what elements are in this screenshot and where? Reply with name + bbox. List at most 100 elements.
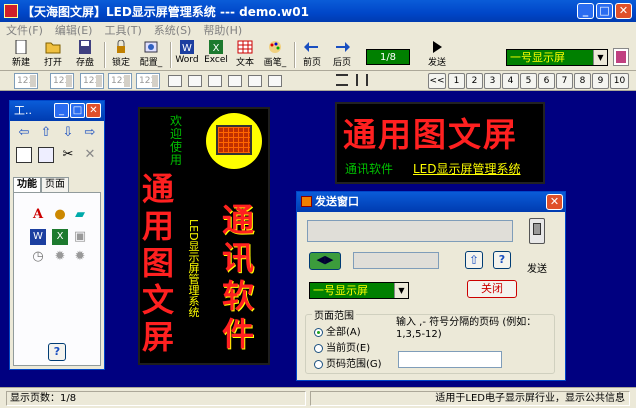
dialog-screen-select-value: 一号显示屏 [313, 284, 368, 297]
tool-panel: 工.. _ □ ✕ ⇦ ⇧ ⇩ ⇨ ✂ ✕ 功能 页面 A ● ▰ W X ▣ … [9, 100, 105, 370]
first-page-button[interactable]: << [428, 73, 446, 89]
clock-icon[interactable]: ◷ [30, 249, 46, 265]
menu-tools[interactable]: 工具(T) [98, 22, 147, 38]
panel-close-button[interactable]: ✕ [86, 103, 101, 118]
screen-select[interactable]: 一号显示屏 ▼ [506, 49, 608, 66]
delete-icon[interactable]: ✕ [82, 147, 98, 163]
prev-label: 前页 [302, 58, 321, 68]
page-9-button[interactable]: 9 [592, 73, 609, 89]
align-left-icon[interactable] [168, 75, 182, 87]
lock-button[interactable]: 锁定 [108, 40, 134, 70]
send-switch-icon[interactable] [529, 218, 545, 244]
text-button[interactable]: 文本 [232, 40, 258, 70]
tab-page[interactable]: 页面 [41, 177, 69, 192]
text-grid-icon [237, 40, 253, 54]
text-label: 文本 [235, 58, 254, 68]
tab-function[interactable]: 功能 [13, 177, 41, 192]
dialog-screen-select[interactable]: 一号显示屏 ▼ [309, 282, 409, 299]
panel-maximize-button[interactable]: □ [70, 103, 85, 118]
text-tool-icon[interactable]: A [30, 207, 46, 223]
radio-range[interactable] [314, 359, 323, 369]
word-label: Word [175, 55, 199, 65]
lock-label: 锁定 [111, 58, 130, 68]
close-dialog-button[interactable]: 关闭 [467, 280, 517, 298]
config-label: 配置_ [139, 58, 163, 68]
open-button[interactable]: 打开 [38, 40, 68, 70]
save-button[interactable]: 存盘 [70, 40, 100, 70]
new-button[interactable]: 新建 [6, 40, 36, 70]
panel-minimize-button[interactable]: _ [54, 103, 69, 118]
maximize-button[interactable]: □ [596, 3, 613, 19]
excel-button[interactable]: X Excel [202, 40, 230, 70]
image-icon[interactable]: ▣ [72, 229, 88, 245]
svg-text:W: W [182, 43, 192, 54]
width-spinner[interactable]: 123 [80, 73, 104, 89]
move-left-icon[interactable]: ⇦ [16, 125, 32, 141]
opt-current[interactable]: 当前页(E) [314, 339, 370, 354]
send-button[interactable]: 发送 [424, 40, 450, 70]
prev-page-button[interactable]: 前页 [299, 40, 325, 70]
opt-all[interactable]: 全部(A) [314, 323, 361, 338]
draw-button[interactable]: 画笔_ [260, 40, 290, 70]
led-canvas-tall[interactable]: 欢迎使用 通用图文屏 LED显示屏管理系统 通讯软件 [138, 107, 270, 365]
draw-label: 画笔_ [263, 58, 287, 68]
height-spinner[interactable]: 123 [108, 73, 132, 89]
page-6-button[interactable]: 6 [538, 73, 555, 89]
eraser-icon[interactable]: ▰ [72, 207, 88, 223]
dialog-close-button[interactable]: ✕ [546, 194, 563, 210]
paint-tool-icon[interactable]: ● [52, 207, 68, 223]
page-10-button[interactable]: 10 [610, 73, 629, 89]
close-button[interactable]: ✕ [615, 3, 632, 19]
paste-icon[interactable] [38, 147, 54, 163]
page-4-button[interactable]: 4 [502, 73, 519, 89]
page-range-input[interactable] [398, 351, 502, 368]
scissors-icon[interactable]: ✂ [60, 147, 76, 163]
menu-edit[interactable]: 编辑(E) [49, 22, 99, 38]
gear-icon[interactable]: ✹ [52, 249, 68, 265]
send-dialog: 发送窗口 ✕ 发送 ◀▶ ⇧ ? 一号显示屏 ▼ 关闭 页面范围 全部(A) 当… [296, 191, 566, 381]
menu-system[interactable]: 系统(S) [148, 22, 198, 38]
help-icon[interactable]: ? [493, 251, 511, 269]
move-down-icon[interactable]: ⇩ [60, 125, 76, 141]
led-canvas-wide[interactable]: 通用图文屏 通讯软件 LED显示屏管理系统 [335, 102, 545, 184]
toolbar-separator [170, 42, 172, 68]
chevron-down-icon[interactable]: ▼ [394, 283, 408, 298]
page-3-button[interactable]: 3 [484, 73, 501, 89]
left-right-arrows-icon[interactable]: ◀▶ [309, 252, 341, 270]
welcome-text: 欢迎使用 [170, 114, 183, 167]
menu-file[interactable]: 文件(F) [0, 22, 49, 38]
align-center-icon[interactable] [188, 75, 202, 87]
help-button[interactable]: ? [48, 343, 66, 361]
config-button[interactable]: 配置_ [136, 40, 166, 70]
page-7-button[interactable]: 7 [556, 73, 573, 89]
radio-all[interactable] [314, 327, 323, 337]
char-spacing-icon[interactable] [356, 74, 368, 86]
word-icon[interactable]: W [30, 229, 46, 245]
valign-bottom-icon[interactable] [268, 75, 282, 87]
menu-help[interactable]: 帮助(H) [197, 22, 248, 38]
minimize-button[interactable]: _ [577, 3, 594, 19]
page-8-button[interactable]: 8 [574, 73, 591, 89]
offset-spinner[interactable]: 123 [136, 73, 160, 89]
chevron-down-icon[interactable]: ▼ [593, 50, 607, 65]
page-2-button[interactable]: 2 [466, 73, 483, 89]
next-page-button[interactable]: 后页 [329, 40, 355, 70]
screen-config-icon[interactable] [613, 48, 629, 66]
line-spacing-icon[interactable] [336, 74, 348, 86]
copy-icon[interactable] [16, 147, 32, 163]
spacing-spinner[interactable]: 123 [50, 73, 74, 89]
excel-icon[interactable]: X [52, 229, 68, 245]
word-button[interactable]: W Word [174, 40, 200, 70]
page-5-button[interactable]: 5 [520, 73, 537, 89]
valign-middle-icon[interactable] [248, 75, 262, 87]
page-1-button[interactable]: 1 [448, 73, 465, 89]
gear-icon[interactable]: ✹ [72, 249, 88, 265]
valign-top-icon[interactable] [228, 75, 242, 87]
opt-range[interactable]: 页码范围(G) [314, 355, 382, 370]
upload-icon[interactable]: ⇧ [465, 251, 483, 269]
font-size-spinner[interactable]: 123 [14, 73, 38, 89]
move-up-icon[interactable]: ⇧ [38, 125, 54, 141]
align-right-icon[interactable] [208, 75, 222, 87]
move-right-icon[interactable]: ⇨ [82, 125, 98, 141]
radio-current[interactable] [314, 343, 323, 353]
